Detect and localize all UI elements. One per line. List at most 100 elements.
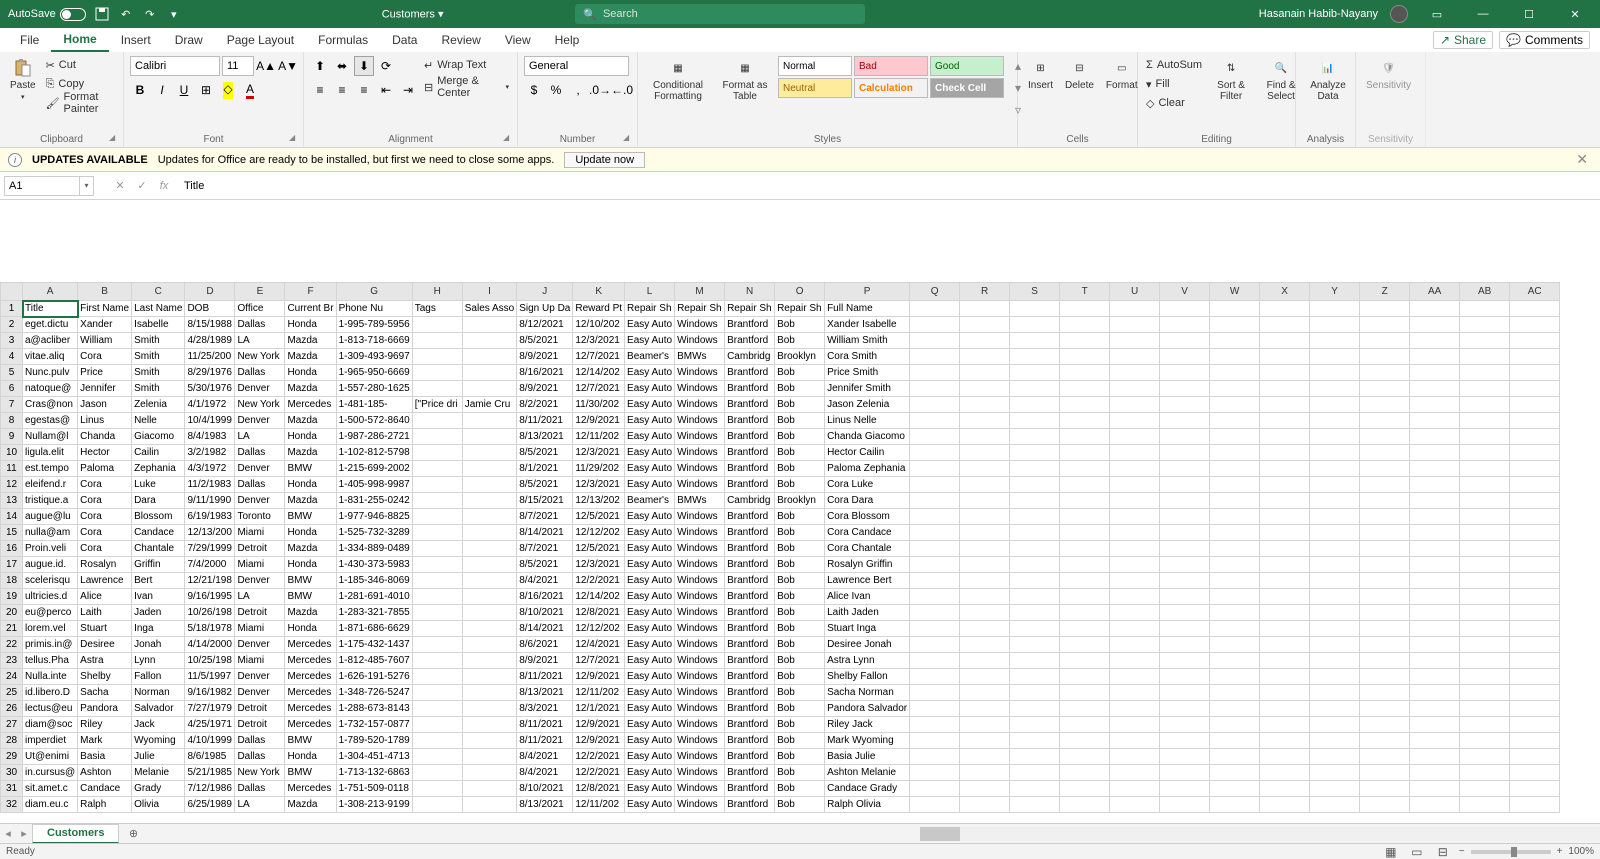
- cell[interactable]: [1310, 717, 1360, 733]
- cell[interactable]: Repair Sh: [725, 301, 775, 317]
- cell[interactable]: [1210, 573, 1260, 589]
- cell[interactable]: [1460, 637, 1510, 653]
- cell[interactable]: 8/1/2021: [517, 461, 573, 477]
- cell[interactable]: Lynn: [132, 653, 185, 669]
- cell[interactable]: 1-789-520-1789: [336, 733, 412, 749]
- toggle-off-icon[interactable]: [60, 8, 86, 21]
- cell[interactable]: [1410, 573, 1460, 589]
- cell[interactable]: Linus Nelle: [825, 413, 910, 429]
- cell[interactable]: [1460, 765, 1510, 781]
- cell[interactable]: [1160, 525, 1210, 541]
- cell[interactable]: [1310, 493, 1360, 509]
- cell[interactable]: [462, 797, 516, 813]
- cell[interactable]: Brooklyn: [775, 493, 825, 509]
- cell[interactable]: 1-871-686-6629: [336, 621, 412, 637]
- cell[interactable]: [1410, 749, 1460, 765]
- cell[interactable]: Easy Auto: [625, 333, 675, 349]
- cell[interactable]: Cora Dara: [825, 493, 910, 509]
- cell[interactable]: [1010, 349, 1060, 365]
- cell[interactable]: First Name: [78, 301, 132, 317]
- cell[interactable]: 12/9/2021: [573, 669, 625, 685]
- cell[interactable]: tellus.Pha: [23, 653, 78, 669]
- cell[interactable]: [1310, 797, 1360, 813]
- cell[interactable]: Windows: [675, 397, 725, 413]
- cell[interactable]: Jennifer Smith: [825, 381, 910, 397]
- cell[interactable]: 1-626-191-5276: [336, 669, 412, 685]
- cell[interactable]: [1410, 685, 1460, 701]
- cell[interactable]: [1360, 621, 1410, 637]
- cell[interactable]: Windows: [675, 765, 725, 781]
- cell[interactable]: Brantford: [725, 685, 775, 701]
- cell[interactable]: 4/3/1972: [185, 461, 235, 477]
- cell[interactable]: [910, 317, 960, 333]
- cell[interactable]: [1010, 765, 1060, 781]
- cell[interactable]: Zelenia: [132, 397, 185, 413]
- cell[interactable]: 9/11/1990: [185, 493, 235, 509]
- align-left-icon[interactable]: ≡: [310, 80, 330, 100]
- cell[interactable]: Brantford: [725, 797, 775, 813]
- row-header-18[interactable]: 18: [1, 573, 23, 589]
- bold-icon[interactable]: B: [130, 80, 150, 100]
- cell[interactable]: Windows: [675, 733, 725, 749]
- column-header-I[interactable]: I: [462, 283, 516, 301]
- cell[interactable]: Brantford: [725, 461, 775, 477]
- align-center-icon[interactable]: ≡: [332, 80, 352, 100]
- cell[interactable]: [1410, 365, 1460, 381]
- cell[interactable]: [1310, 637, 1360, 653]
- cell[interactable]: [1160, 637, 1210, 653]
- cell[interactable]: Pandora Salvador: [825, 701, 910, 717]
- column-header-J[interactable]: J: [517, 283, 573, 301]
- cell[interactable]: [960, 461, 1010, 477]
- cell[interactable]: [1460, 653, 1510, 669]
- cell[interactable]: [1460, 493, 1510, 509]
- cell[interactable]: [1010, 733, 1060, 749]
- cell[interactable]: [1260, 765, 1310, 781]
- cell[interactable]: [910, 413, 960, 429]
- column-header-C[interactable]: C: [132, 283, 185, 301]
- cell[interactable]: Brantford: [725, 365, 775, 381]
- row-header-30[interactable]: 30: [1, 765, 23, 781]
- cell[interactable]: [1360, 429, 1410, 445]
- cell[interactable]: [910, 797, 960, 813]
- maximize-icon[interactable]: ☐: [1512, 0, 1546, 28]
- cell[interactable]: [1060, 445, 1110, 461]
- cell[interactable]: Jason Zelenia: [825, 397, 910, 413]
- cell[interactable]: Brantford: [725, 765, 775, 781]
- cell[interactable]: [1510, 413, 1560, 429]
- cell[interactable]: Smith: [132, 349, 185, 365]
- cell[interactable]: Easy Auto: [625, 509, 675, 525]
- cell[interactable]: 1-525-732-3289: [336, 525, 412, 541]
- cell[interactable]: [462, 413, 516, 429]
- cell[interactable]: Easy Auto: [625, 733, 675, 749]
- undo-icon[interactable]: ↶: [118, 6, 134, 22]
- cell[interactable]: [960, 797, 1010, 813]
- cell[interactable]: [1310, 765, 1360, 781]
- cell[interactable]: Hector Cailin: [825, 445, 910, 461]
- cell[interactable]: Beamer's: [625, 349, 675, 365]
- cell[interactable]: [1010, 429, 1060, 445]
- cell[interactable]: [462, 733, 516, 749]
- cell[interactable]: Ivan: [132, 589, 185, 605]
- cell[interactable]: 4/25/1971: [185, 717, 235, 733]
- cell[interactable]: [1110, 701, 1160, 717]
- cell[interactable]: [462, 589, 516, 605]
- cell[interactable]: [1010, 541, 1060, 557]
- column-header-F[interactable]: F: [285, 283, 336, 301]
- cell[interactable]: [1160, 381, 1210, 397]
- cell[interactable]: 8/3/2021: [517, 701, 573, 717]
- cell[interactable]: Mercedes: [285, 653, 336, 669]
- cell[interactable]: 12/2/2021: [573, 573, 625, 589]
- cell[interactable]: 12/8/2021: [573, 605, 625, 621]
- fill-button[interactable]: ▾Fill: [1144, 75, 1204, 93]
- cell[interactable]: William: [78, 333, 132, 349]
- close-icon[interactable]: ✕: [1558, 0, 1592, 28]
- cell[interactable]: Riley Jack: [825, 717, 910, 733]
- cell[interactable]: eleifend.r: [23, 477, 78, 493]
- zoom-slider[interactable]: [1471, 850, 1551, 854]
- cell[interactable]: Rosalyn: [78, 557, 132, 573]
- cell[interactable]: [1060, 557, 1110, 573]
- cell[interactable]: Mark: [78, 733, 132, 749]
- cell[interactable]: [1210, 621, 1260, 637]
- cell[interactable]: [412, 365, 462, 381]
- cell[interactable]: 1-831-255-0242: [336, 493, 412, 509]
